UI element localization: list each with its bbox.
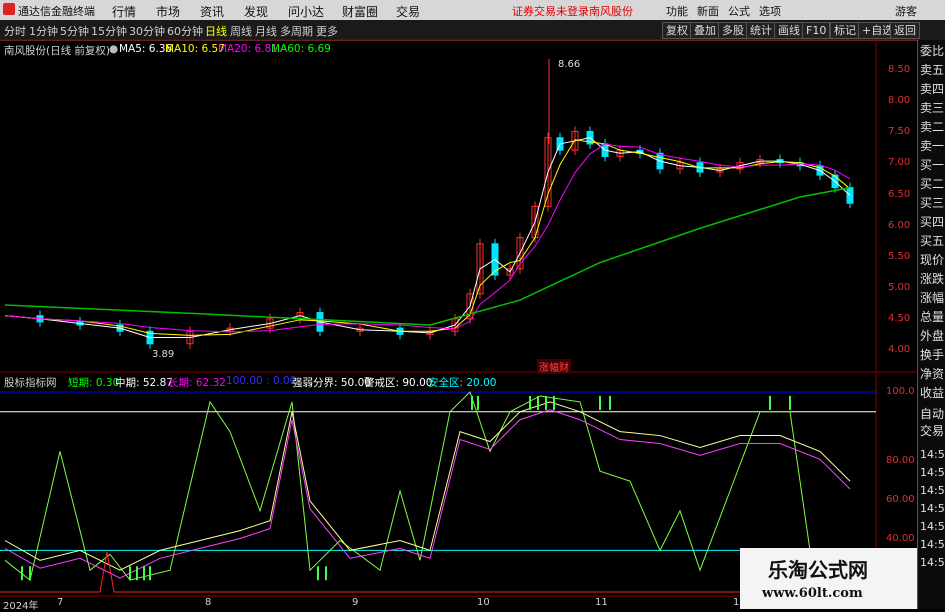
price-tick: 7.50 [888,126,911,137]
quote-label[interactable]: 买三 [920,197,944,210]
mid-term-line [4,401,851,571]
quote-label[interactable]: 买五 [920,235,944,248]
indicator-mid: 中期: 52.87 [115,377,173,389]
ma10-label: MA10: 6.57 [165,43,225,55]
quote-label[interactable]: 委比 [920,45,944,58]
price-tick: 6.50 [888,189,911,200]
quote-label[interactable]: 买四 [920,216,944,229]
quote-label[interactable]: 卖二 [920,121,944,134]
quote-label[interactable]: 现价 [920,254,944,267]
watermark-logo: 乐淘公式网 www.60lt.com [740,548,917,609]
date-tick: 2024年 [3,601,39,612]
quote-label[interactable]: 收益 [920,387,944,400]
price-tick: 4.50 [888,313,911,324]
watermark-url: www.60lt.com [762,586,863,601]
indicator-tick: 40.00 [886,533,915,544]
price-tick: 8.50 [888,64,911,75]
quote-label[interactable]: 卖三 [920,102,944,115]
time-entry: 14:50 [920,466,945,479]
indicator-tick: 60.00 [886,494,915,505]
price-tick: 5.50 [888,251,911,262]
time-entry: 14:50 [920,484,945,497]
auto-trade-label[interactable]: 自动 [920,408,944,421]
time-entry: 14:50 [920,520,945,533]
price-tick: 4.00 [888,344,911,355]
ma60-label: MA60: 6.69 [271,43,331,55]
main-chart-title: 南风股份(日线 前复权) [4,45,111,57]
auto-trade-label[interactable]: 交易 [920,425,944,438]
quote-label[interactable]: 卖一 [920,140,944,153]
time-entry: 14:50 [920,502,945,515]
date-tick: 7 [57,597,64,608]
date-tick: 8 [205,597,212,608]
quote-label[interactable]: 卖五 [920,64,944,77]
indicator-band: 100.00 : 0.00 [226,375,297,387]
chart-canvas[interactable] [0,0,945,609]
price-tick: 7.00 [888,157,911,168]
indicator-warning-zone: 警戒区: 90.00 [364,377,433,389]
quote-panel: 委比 卖五 卖四 卖三 卖二 卖一 买一 买二 买三 买四 买五 现价 涨跌 涨… [917,40,945,609]
date-tick: 10 [477,597,490,608]
quote-label[interactable]: 买二 [920,178,944,191]
quote-label[interactable]: 涨幅 [920,292,944,305]
date-tick: 11 [595,597,608,608]
quote-label[interactable]: 换手 [920,349,944,362]
indicator-short: 短期: 0.30 [68,377,120,389]
high-annotation: 8.66 [558,59,581,70]
quote-label[interactable]: 买一 [920,159,944,172]
event-badge[interactable]: 涨幅财 [537,359,571,374]
indicator-strength-line: 强弱分界: 50.00 [292,377,371,389]
price-tick: 5.00 [888,282,911,293]
indicator-name: 股标指标网 [4,377,57,389]
quote-label[interactable]: 卖四 [920,83,944,96]
indicator-safe-zone: 安全区: 20.00 [428,377,497,389]
quote-label[interactable]: 净资 [920,368,944,381]
price-tick: 6.00 [888,220,911,231]
watermark-title: 乐淘公式网 [768,558,868,582]
ma60-line [4,186,851,326]
legend-dot-icon: ● [109,43,119,55]
indicator-tick: 80.00 [886,455,915,466]
quote-label[interactable]: 外盘 [920,330,944,343]
short-term-line [4,391,831,581]
quote-label[interactable]: 涨跌 [920,273,944,286]
time-entry: 14:50 [920,538,945,551]
ma20-label: MA20: 6.81 [218,43,278,55]
time-entry: 14:50 [920,556,945,569]
indicator-tick: 100.0 [886,386,915,397]
long-term-line [4,409,851,579]
price-tick: 8.00 [888,95,911,106]
date-tick: 9 [352,597,359,608]
quote-label[interactable]: 总量 [920,311,944,324]
low-annotation: 3.89 [152,349,175,360]
indicator-long: 长期: 62.32 [168,377,226,389]
time-entry: 14:50 [920,448,945,461]
